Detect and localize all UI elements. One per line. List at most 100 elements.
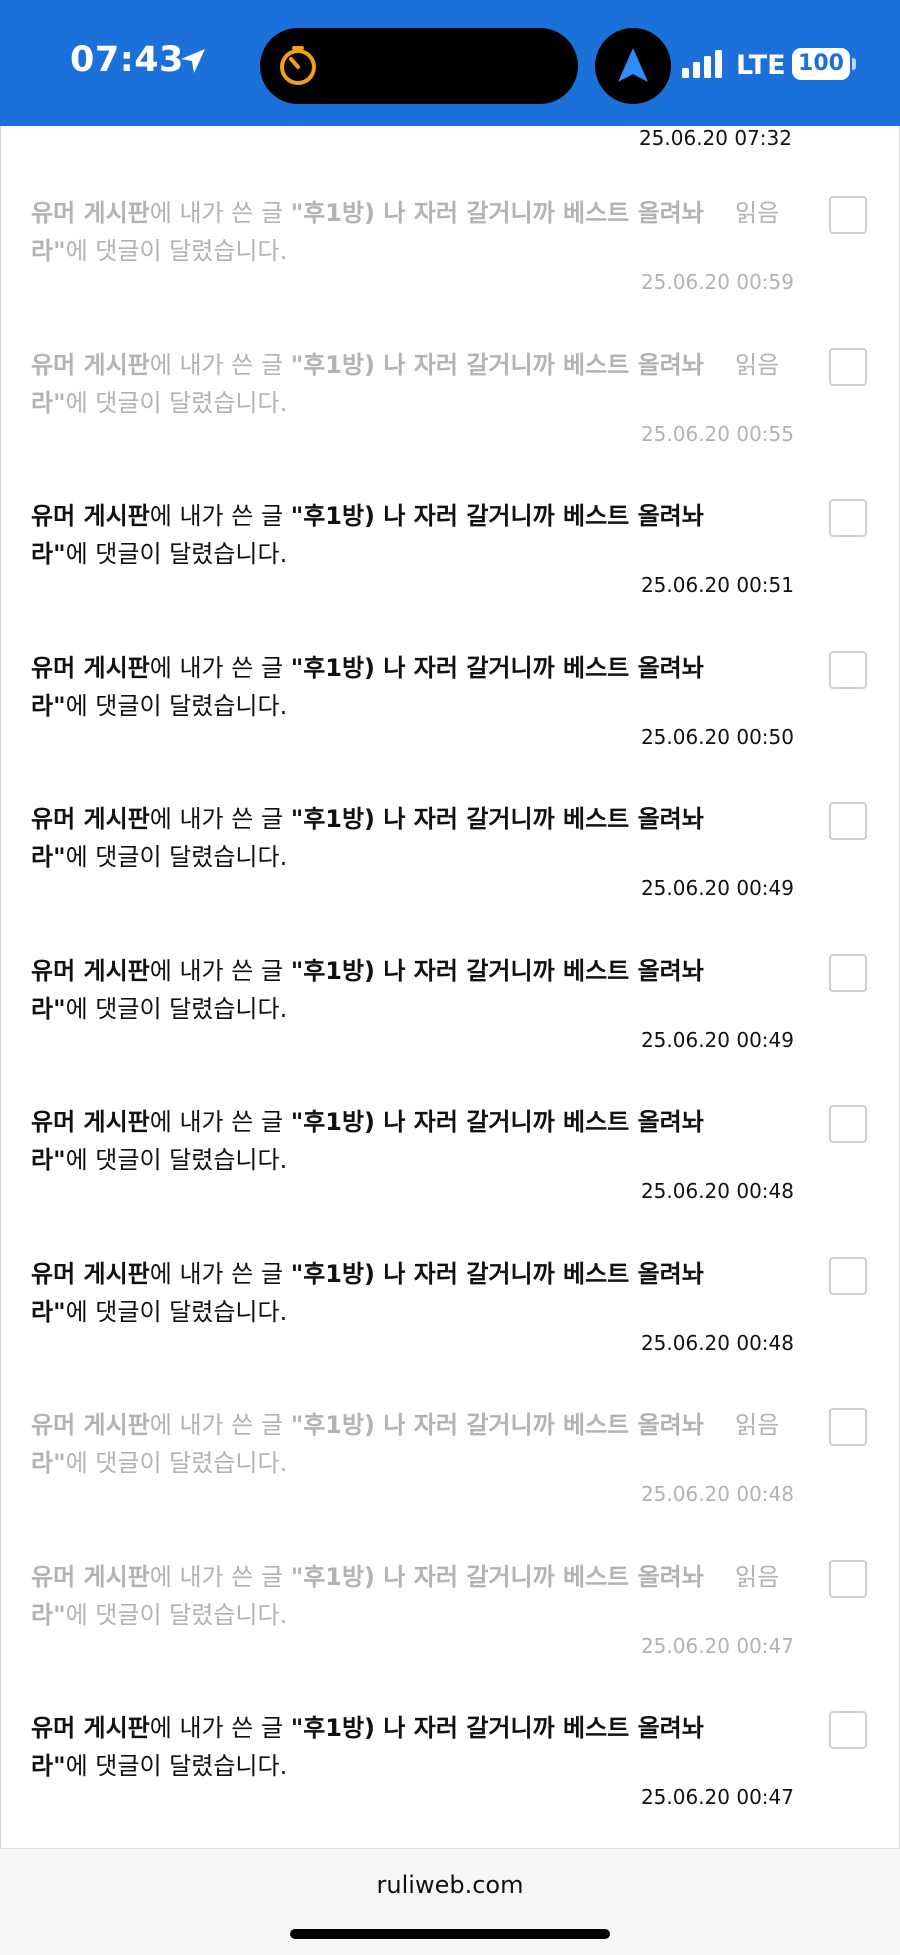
board-name: 유머 게시판 [31, 1411, 150, 1439]
notification-message[interactable]: 유머 게시판에 내가 쓴 글 "후1방) 나 자러 갈거니까 베스트 올려놔 라"… [31, 497, 731, 573]
message-text: 에 내가 쓴 글 [149, 1714, 291, 1742]
notification-date: 25.06.20 07:32 [638, 126, 792, 150]
message-tail: 에 댓글이 달렸습니다. [65, 1600, 288, 1629]
select-checkbox[interactable] [829, 1256, 867, 1295]
select-checkbox[interactable] [829, 1408, 867, 1446]
board-name: 유머 게시판 [31, 199, 150, 227]
notification-date: 25.06.20 00:50 [640, 724, 794, 749]
post-title-end: 라" [31, 994, 66, 1023]
timer-icon [280, 46, 316, 85]
post-title-end: 라" [31, 388, 66, 417]
battery-cap [852, 58, 856, 70]
notification-item[interactable]: 유머 게시판에 내가 쓴 글 "후1방) 나 자러 갈거니까 베스트 올려놔 라"… [1, 649, 899, 800]
notification-date: 25.06.20 00:47 [640, 1633, 794, 1658]
navigation-arrow-icon [618, 48, 648, 82]
message-tail: 에 댓글이 달렸습니다. [65, 1146, 288, 1174]
message-text: 에 내가 쓴 글 [149, 1108, 291, 1136]
board-name: 유머 게시판 [31, 350, 150, 379]
message-text: 에 내가 쓴 글 [149, 1411, 291, 1439]
select-checkbox[interactable] [829, 802, 867, 840]
select-checkbox[interactable] [829, 347, 867, 386]
message-text: 에 내가 쓴 글 [149, 350, 291, 379]
network-type: LTE [736, 50, 786, 81]
post-title: "후1방) 나 자러 갈거니까 베스트 올려놔 [290, 653, 704, 682]
post-title: "후1방) 나 자러 갈거니까 베스트 올려놔 [290, 805, 704, 833]
post-title-end: 라" [31, 1752, 66, 1780]
cellular-signal-icon [682, 50, 722, 78]
post-title: "후1방) 나 자러 갈거니까 베스트 올려놔 [290, 1714, 704, 1742]
notification-item[interactable]: 유머 게시판에 내가 쓴 글 "후1방) 나 자러 갈거니까 베스트 올려놔라"… [1, 194, 899, 345]
address-bar-url[interactable]: ruliweb.com [0, 1871, 900, 1899]
select-checkbox[interactable] [829, 499, 867, 537]
notification-date: 25.06.20 00:51 [640, 573, 794, 597]
notification-message[interactable]: 유머 게시판에 내가 쓴 글 "후1방) 나 자러 갈거니까 베스트 올려놔라"… [31, 346, 731, 422]
navigation-indicator [595, 28, 671, 104]
notification-message[interactable]: 유머 게시판에 내가 쓴 글 "후1방) 나 자러 갈거니까 베스트 올려놔라"… [31, 194, 731, 270]
notification-date: 25.06.20 00:55 [640, 421, 794, 446]
post-title: "후1방) 나 자러 갈거니까 베스트 올려놔 [290, 1108, 704, 1136]
browser-bottom-bar: ruliweb.com [0, 1848, 900, 1955]
message-text: 에 내가 쓴 글 [149, 805, 291, 833]
post-title-end: 라" [31, 540, 66, 568]
notification-date: 25.06.20 00:49 [640, 876, 794, 900]
select-checkbox[interactable] [829, 1105, 867, 1143]
notification-message[interactable]: 유머 게시판에 내가 쓴 글 "후1방) 나 자러 갈거니까 베스트 올려놔 라"… [31, 649, 731, 725]
notification-date: 25.06.20 00:48 [640, 1330, 794, 1355]
select-checkbox[interactable] [829, 1559, 867, 1598]
notification-message[interactable]: 유머 게시판에 내가 쓴 글 "후1방) 나 자러 갈거니까 베스트 올려놔 라"… [31, 1406, 731, 1482]
message-text: 에 내가 쓴 글 [149, 199, 291, 227]
notification-date: 25.06.20 00:49 [640, 1027, 794, 1052]
notification-message[interactable]: 유머 게시판에 내가 쓴 글 "후1방) 나 자러 갈거니까 베스트 올려놔 라"… [31, 1103, 731, 1179]
message-tail: 에 댓글이 달렸습니다. [65, 237, 288, 265]
board-name: 유머 게시판 [31, 956, 150, 985]
post-title-end: 라" [31, 1146, 66, 1174]
post-title: "후1방) 나 자러 갈거니까 베스트 올려놔 [290, 1259, 704, 1288]
status-bar: 07:43 LTE 100 [0, 0, 900, 126]
notification-item[interactable]: 유머 게시판에 내가 쓴 글 "후1방) 나 자러 갈거니까 베스트 올려놔 라"… [1, 1709, 899, 1848]
notification-item[interactable]: 유머 게시판에 내가 쓴 글 "후1방) 나 자러 갈거니까 베스트 올려놔 라"… [1, 1255, 899, 1406]
notification-item[interactable]: 유머 게시판에 내가 쓴 글 "후1방) 나 자러 갈거니까 베스트 올려놔 라"… [1, 800, 899, 951]
message-tail: 에 댓글이 달렸습니다. [65, 1297, 288, 1326]
notification-date: 25.06.20 00:47 [640, 1785, 794, 1809]
notification-item[interactable]: 유머 게시판에 내가 쓴 글 "후1방) 나 자러 갈거니까 베스트 올려놔 라"… [1, 497, 899, 648]
notification-message[interactable]: 유머 게시판에 내가 쓴 글 "후1방) 나 자러 갈거니까 베스트 올려놔 라"… [31, 1255, 731, 1331]
message-text: 에 내가 쓴 글 [149, 1259, 291, 1288]
message-tail: 에 댓글이 달렸습니다. [65, 1752, 288, 1780]
select-checkbox[interactable] [829, 953, 867, 992]
notification-message[interactable]: 유머 게시판에 내가 쓴 글 "후1방) 나 자러 갈거니까 베스트 올려놔 라"… [31, 952, 731, 1028]
notification-date: 25.06.20 00:59 [640, 270, 794, 294]
notification-item[interactable]: 유머 게시판에 내가 쓴 글 "후1방) 나 자러 갈거니까 베스트 올려놔 라"… [1, 1558, 899, 1709]
notification-item[interactable]: 유머 게시판에 내가 쓴 글 "후1방) 나 자러 갈거니까 베스트 올려놔 라"… [1, 1103, 899, 1254]
notification-item[interactable]: 유머 게시판에 내가 쓴 글 "후1방) 나 자러 갈거니까 베스트 올려놔라"… [1, 346, 899, 497]
notification-message[interactable]: 유머 게시판에 내가 쓴 글 "후1방) 나 자러 갈거니까 베스트 올려놔 라"… [31, 1709, 731, 1785]
select-checkbox[interactable] [829, 196, 867, 234]
board-name: 유머 게시판 [31, 653, 150, 682]
notification-date: 25.06.20 00:48 [640, 1179, 794, 1203]
post-title-end: 라" [31, 1600, 66, 1629]
notification-date: 25.06.20 00:48 [640, 1482, 794, 1506]
notification-item[interactable]: 유머 게시판에 내가 쓴 글 "후1방) 나 자러 갈거니까 베스트 올려놔 라"… [1, 1406, 899, 1557]
read-label: 읽음 [735, 199, 780, 227]
message-tail: 에 댓글이 달렸습니다. [65, 540, 288, 568]
select-checkbox[interactable] [829, 1711, 867, 1749]
notification-message[interactable]: 유머 게시판에 내가 쓴 글 "후1방) 나 자러 갈거니까 베스트 올려놔 라"… [31, 800, 731, 876]
notification-list[interactable]: 25.06.20 07:32 유머 게시판에 내가 쓴 글 "후1방) 나 자러… [0, 126, 900, 1848]
notification-item[interactable]: 유머 게시판에 내가 쓴 글 "후1방) 나 자러 갈거니까 베스트 올려놔 라"… [1, 952, 899, 1103]
notification-message[interactable]: 유머 게시판에 내가 쓴 글 "후1방) 나 자러 갈거니까 베스트 올려놔 라"… [31, 1558, 731, 1634]
board-name: 유머 게시판 [31, 1562, 150, 1591]
message-text: 에 내가 쓴 글 [149, 653, 291, 682]
post-title: "후1방) 나 자러 갈거니까 베스트 올려놔 [290, 1562, 704, 1591]
home-indicator[interactable] [290, 1929, 610, 1939]
message-tail: 에 댓글이 달렸습니다. [65, 388, 288, 417]
select-checkbox[interactable] [829, 650, 867, 689]
post-title: "후1방) 나 자러 갈거니까 베스트 올려놔 [290, 502, 704, 530]
post-title-end: 라" [31, 1297, 66, 1326]
post-title: "후1방) 나 자러 갈거니까 베스트 올려놔 [290, 350, 704, 379]
read-label: 읽음 [735, 1562, 780, 1591]
post-title-end: 라" [31, 1449, 66, 1477]
message-text: 에 내가 쓴 글 [149, 956, 291, 985]
post-title: "후1방) 나 자러 갈거니까 베스트 올려놔 [290, 199, 704, 227]
message-tail: 에 댓글이 달렸습니다. [65, 843, 288, 871]
post-title-end: 라" [31, 237, 66, 265]
location-arrow-icon [181, 49, 205, 73]
